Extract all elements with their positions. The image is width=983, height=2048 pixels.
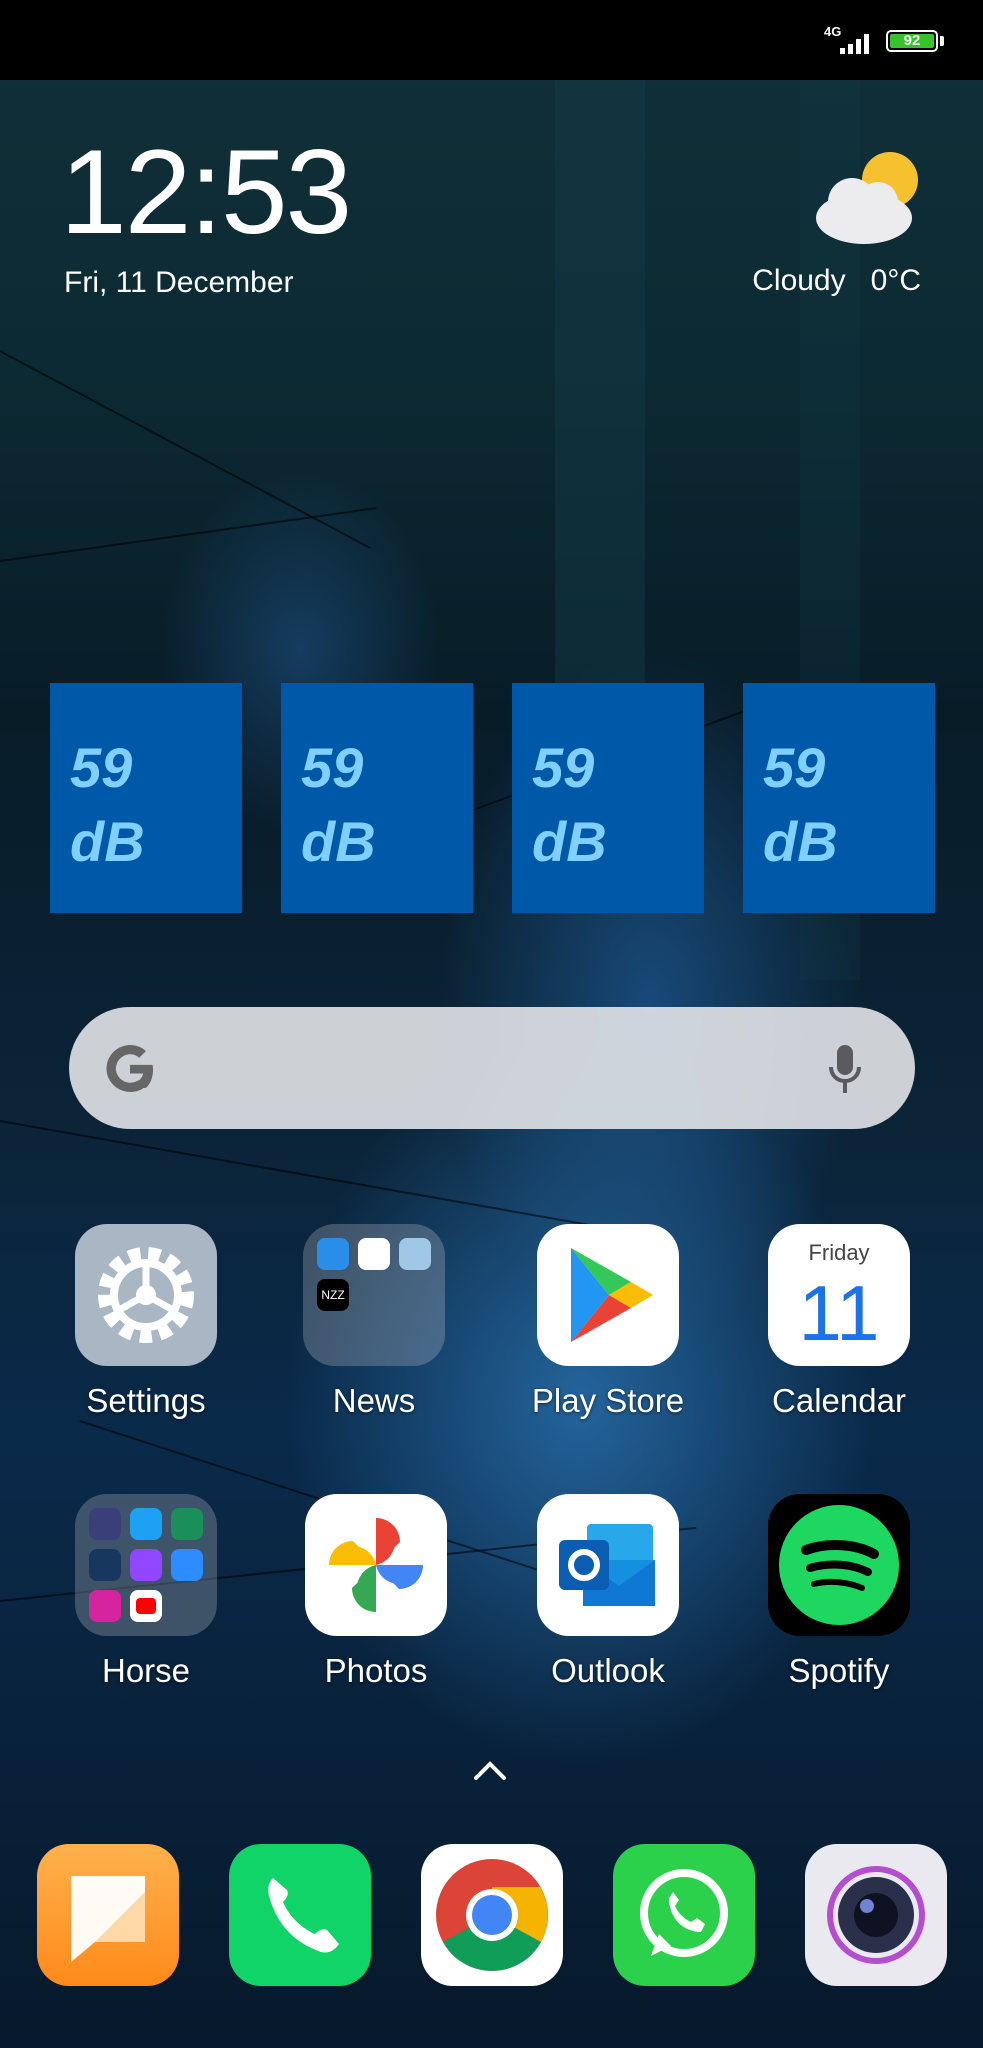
clock-time[interactable]: 12:53 bbox=[60, 132, 352, 252]
twitch-icon bbox=[130, 1549, 162, 1581]
app-play-store[interactable]: Play Store bbox=[508, 1224, 708, 1420]
play-store-icon bbox=[537, 1224, 679, 1366]
sound-level-unit: dB bbox=[532, 810, 607, 873]
sound-level-widget[interactable]: 59 dB bbox=[743, 683, 935, 913]
sound-level-value: 59 bbox=[301, 736, 364, 799]
phone-icon bbox=[268, 1878, 339, 1953]
dock-chrome[interactable] bbox=[421, 1844, 563, 1986]
gear-icon bbox=[75, 1224, 217, 1366]
steam-icon bbox=[89, 1549, 121, 1581]
nzz-icon: NZZ bbox=[317, 1279, 349, 1311]
dock-camera[interactable] bbox=[805, 1844, 947, 1986]
app-label: News bbox=[332, 1382, 416, 1419]
message-icon bbox=[71, 1876, 145, 1962]
sound-level-unit: dB bbox=[763, 810, 838, 873]
folder-news[interactable]: NZZ News bbox=[274, 1224, 474, 1420]
zoom-icon bbox=[171, 1549, 203, 1581]
network-type: 4G bbox=[824, 24, 842, 39]
sound-level-widget[interactable]: 59 dB bbox=[512, 683, 704, 913]
google-logo-icon[interactable] bbox=[101, 1040, 159, 1098]
app-photos[interactable]: Photos bbox=[276, 1494, 476, 1690]
battery-level: 92 bbox=[890, 33, 934, 48]
app-label: Horse bbox=[101, 1652, 191, 1689]
calendar-day-number: 11 bbox=[798, 1269, 880, 1357]
app-label: Photos bbox=[324, 1652, 428, 1689]
green-app-icon bbox=[171, 1508, 203, 1540]
calendar-day-name: Friday bbox=[808, 1240, 870, 1265]
outlook-icon bbox=[537, 1494, 679, 1636]
sound-level-value: 59 bbox=[532, 736, 595, 799]
battery-icon: 92 bbox=[886, 30, 938, 52]
partly-cloudy-icon[interactable] bbox=[812, 150, 922, 250]
app-label: Spotify bbox=[788, 1652, 890, 1689]
whatsapp-icon bbox=[640, 1869, 728, 1957]
google-search-bar[interactable] bbox=[69, 1007, 915, 1129]
weather-condition: Cloudy bbox=[752, 264, 846, 297]
app-label: Calendar bbox=[772, 1382, 906, 1419]
folder-icon bbox=[75, 1494, 217, 1636]
app-settings[interactable]: Settings bbox=[46, 1224, 246, 1420]
spotify-icon bbox=[768, 1494, 910, 1636]
nyt-icon bbox=[358, 1238, 390, 1270]
app-spotify[interactable]: Spotify bbox=[739, 1494, 939, 1690]
calendar-icon: Friday 11 bbox=[768, 1224, 910, 1366]
app-calendar[interactable]: Friday 11 Calendar bbox=[739, 1224, 939, 1420]
sound-level-widget[interactable]: 59 dB bbox=[50, 683, 242, 913]
camera-icon bbox=[827, 1866, 925, 1964]
sound-level-unit: dB bbox=[301, 810, 376, 873]
dock-phone[interactable] bbox=[229, 1844, 371, 1986]
dock-whatsapp[interactable] bbox=[613, 1844, 755, 1986]
microphone-icon[interactable] bbox=[825, 1043, 865, 1095]
youtube-icon bbox=[130, 1590, 162, 1622]
sound-level-widget[interactable]: 59 dB bbox=[281, 683, 473, 913]
sound-level-unit: dB bbox=[70, 810, 145, 873]
rocket-app-icon bbox=[89, 1508, 121, 1540]
news-app-icon bbox=[317, 1238, 349, 1270]
clock-date: Fri, 11 December bbox=[64, 266, 294, 299]
twitter-icon bbox=[130, 1508, 162, 1540]
instagram-icon bbox=[89, 1590, 121, 1622]
app-label: Settings bbox=[86, 1382, 206, 1419]
weather-temperature: 0°C bbox=[870, 264, 921, 297]
dock-messages[interactable] bbox=[37, 1844, 179, 1986]
app-label: Outlook bbox=[551, 1652, 665, 1689]
sound-level-value: 59 bbox=[763, 736, 826, 799]
chevron-up-icon[interactable] bbox=[472, 1758, 508, 1782]
folder-horse[interactable]: Horse bbox=[46, 1494, 246, 1690]
app-label: Play Store bbox=[531, 1382, 685, 1419]
chrome-icon bbox=[436, 1859, 548, 1971]
weather-app-icon bbox=[399, 1238, 431, 1270]
folder-icon: NZZ bbox=[303, 1224, 445, 1366]
app-outlook[interactable]: Outlook bbox=[508, 1494, 708, 1690]
status-bar: 4G 92 bbox=[0, 0, 983, 80]
weather-summary[interactable]: Cloudy 0°C bbox=[752, 264, 921, 298]
pinwheel-icon bbox=[305, 1494, 447, 1636]
sound-level-value: 59 bbox=[70, 736, 133, 799]
